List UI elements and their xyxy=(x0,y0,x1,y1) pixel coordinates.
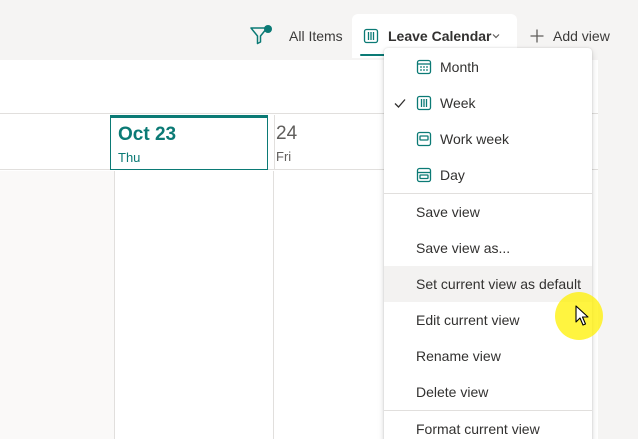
calendar-work-week-icon xyxy=(416,131,432,147)
menu-item-label: Save view xyxy=(416,204,480,220)
menu-item-label: Save view as... xyxy=(416,240,511,256)
menu-item-label: Format current view xyxy=(416,421,540,437)
filter-button[interactable] xyxy=(246,22,274,50)
menu-item-week[interactable]: Week xyxy=(384,85,592,121)
menu-item-save-view-as[interactable]: Save view as... xyxy=(384,230,592,266)
chevron-down-icon xyxy=(492,34,500,39)
day-date: 24 xyxy=(276,123,298,144)
day-header[interactable]: 24 Fri xyxy=(275,115,383,170)
menu-item-label: Week xyxy=(440,95,476,111)
day-date: Oct 23 xyxy=(118,124,177,145)
view-tab-all-items[interactable]: All Items xyxy=(289,28,343,44)
day-weekday: Fri xyxy=(276,149,292,164)
menu-item-label: Month xyxy=(440,59,479,75)
menu-item-label: Edit current view xyxy=(416,312,520,328)
menu-item-label: Day xyxy=(440,167,465,183)
filter-active-dot xyxy=(264,25,272,33)
menu-item-save-view[interactable]: Save view xyxy=(384,194,592,230)
menu-item-delete-view[interactable]: Delete view xyxy=(384,374,592,410)
menu-item-label: Delete view xyxy=(416,384,489,400)
menu-item-set-default-view[interactable]: Set current view as default xyxy=(384,266,592,302)
active-view-label: Leave Calendar xyxy=(388,28,492,44)
menu-item-format-current-view[interactable]: Format current view xyxy=(384,411,592,439)
calendar-day-icon xyxy=(416,167,432,183)
calendar-week-icon xyxy=(363,28,379,44)
menu-item-day[interactable]: Day xyxy=(384,157,592,193)
day-weekday: Thu xyxy=(118,150,141,165)
add-view-label: Add view xyxy=(553,28,610,44)
calendar-column-previous xyxy=(0,171,115,439)
calendar-month-icon xyxy=(416,59,432,75)
menu-item-label: Set current view as default xyxy=(416,276,581,292)
mouse-pointer-icon xyxy=(575,305,589,326)
calendar-column-oct-23[interactable] xyxy=(115,171,274,439)
checkmark-icon xyxy=(394,99,406,108)
day-header-today[interactable]: Oct 23 Thu xyxy=(110,115,268,170)
menu-item-work-week[interactable]: Work week xyxy=(384,121,592,157)
plus-icon xyxy=(530,29,544,43)
menu-item-rename-view[interactable]: Rename view xyxy=(384,338,592,374)
menu-item-label: Rename view xyxy=(416,348,501,364)
menu-item-month[interactable]: Month xyxy=(384,49,592,85)
calendar-week-icon xyxy=(416,95,432,111)
menu-item-label: Work week xyxy=(440,131,509,147)
view-options-menu: Month Week Work week Day Save view Save … xyxy=(384,48,592,439)
